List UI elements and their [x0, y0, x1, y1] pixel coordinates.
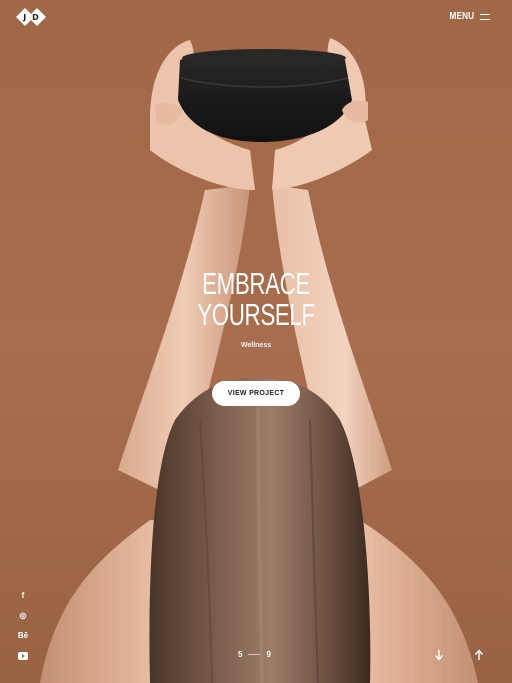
pager-divider [248, 654, 261, 655]
menu-button[interactable]: MENU [444, 11, 490, 22]
dribbble-icon[interactable]: ◎ [16, 609, 30, 622]
arrow-up-icon [474, 649, 484, 660]
hero-title-line-2: YOURSELF [197, 297, 315, 332]
arrow-down-icon [434, 650, 444, 661]
menu-label: MENU [449, 11, 474, 22]
view-project-button[interactable]: VIEW PROJECT [212, 381, 300, 406]
social-links: f ◎ Bē [16, 589, 30, 662]
slide-pager: 5 9 [238, 650, 271, 659]
logo-link[interactable]: J D [16, 7, 46, 27]
behance-icon[interactable]: Bē [16, 629, 30, 642]
project-category: Wellness [240, 342, 272, 349]
hamburger-icon [480, 13, 490, 20]
hero-title: EMBRACE YOURSELF [0, 268, 512, 330]
logo-letter-right: D [32, 12, 39, 22]
hero-title-line-1: EMBRACE [202, 266, 310, 301]
scroll-down-button[interactable] [432, 648, 446, 662]
youtube-icon[interactable] [16, 649, 30, 662]
pager-current: 5 [238, 650, 243, 659]
pager-total: 9 [266, 650, 271, 659]
hero-section: J D MENU EMBRACE YOURSELF Wellness VIEW … [0, 0, 512, 683]
facebook-icon[interactable]: f [16, 589, 30, 602]
logo-letter-left: J [23, 12, 27, 22]
scroll-top-button[interactable] [472, 648, 486, 662]
